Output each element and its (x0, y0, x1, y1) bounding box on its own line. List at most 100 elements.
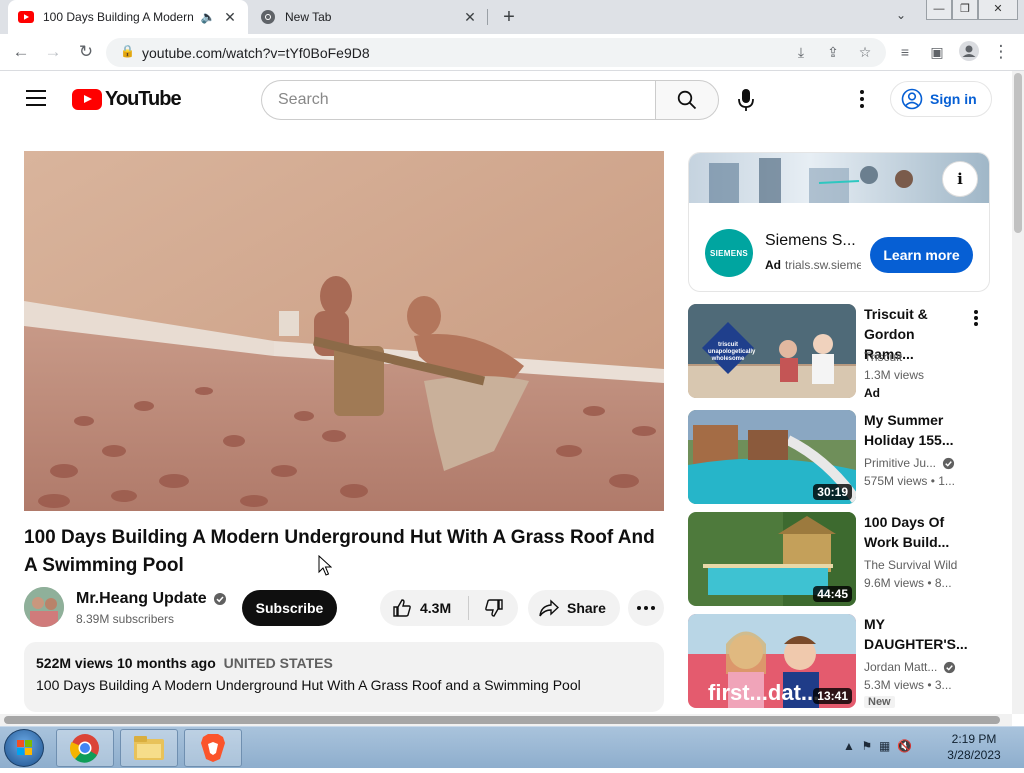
taskbar-chrome[interactable] (56, 729, 114, 767)
recommendation-views: 1.3M views (864, 368, 925, 382)
recommendation-channel[interactable]: The Survival Wild (864, 558, 957, 572)
ad-subline: Ad trials.sw.siemens.com (765, 258, 861, 272)
more-actions-button[interactable] (628, 590, 664, 626)
search-input[interactable]: Search (261, 80, 656, 120)
horizontal-scroll-thumb[interactable] (4, 716, 1000, 724)
horizontal-scrollbar[interactable] (0, 714, 1012, 726)
address-bar[interactable]: 🔒 youtube.com/watch?v=tYf0BoFe9D8 ⤓ ⇪ ☆ (106, 38, 886, 67)
share-label: Share (567, 600, 606, 616)
taskbar-clock[interactable]: 2:19 PM 3/28/2023 (940, 731, 1008, 763)
recommendation-title[interactable]: My Summer Holiday 155... (864, 410, 964, 450)
recommendation-item[interactable]: first...dat... 13:41 MY DAUGHTER'S... Jo… (688, 614, 988, 710)
back-arrow-icon[interactable]: ← (10, 41, 32, 63)
speaker-icon[interactable]: 🔈 (200, 10, 216, 24)
description-text: 100 Days Building A Modern Underground H… (36, 677, 581, 693)
ad-info-button[interactable]: i (942, 161, 978, 197)
start-button[interactable] (4, 729, 44, 767)
vertical-scrollbar[interactable] (1012, 71, 1024, 714)
system-tray[interactable]: ▲ ⚑ ▦ 🔇 (843, 739, 912, 753)
tab-title: New Tab (285, 10, 332, 24)
browser-toolbar: ← → ↻ 🔒 youtube.com/watch?v=tYf0BoFe9D8 … (0, 34, 1024, 71)
share-button[interactable]: Share (528, 590, 620, 626)
recommendation-item[interactable]: triscuit unapologetically wholesome Tris… (688, 304, 988, 400)
recommendation-views: 9.6M views • 8... (864, 576, 952, 590)
tab-youtube[interactable]: 100 Days Building A Modern Underground H… (8, 0, 248, 34)
brave-lion-icon (201, 734, 225, 762)
like-button[interactable]: 4.3M (380, 590, 468, 626)
channel-label: Primitive Ju... (864, 456, 937, 470)
bookmark-star-icon[interactable]: ☆ (856, 44, 874, 61)
subscriber-count: 8.39M subscribers (76, 612, 175, 626)
profile-icon[interactable] (958, 41, 980, 63)
taskbar-file-explorer[interactable] (120, 729, 178, 767)
folder-icon (134, 736, 164, 760)
chrome-menu-icon[interactable]: ⋮ (990, 41, 1012, 63)
channel-name[interactable]: Mr.Heang Update (76, 590, 227, 608)
new-tab-button[interactable]: + (498, 6, 520, 28)
tab-divider (487, 9, 488, 25)
recommendation-item[interactable]: 44:45 100 Days Of Work Build... The Surv… (688, 512, 988, 608)
thumbnail-text: triscuit unapologetically wholesome (708, 342, 756, 362)
close-tab-icon[interactable]: ✕ (222, 9, 238, 26)
settings-kebab-icon[interactable] (852, 88, 872, 110)
sign-in-button[interactable]: Sign in (890, 81, 992, 117)
forward-arrow-icon[interactable]: → (42, 41, 64, 63)
share-page-icon[interactable]: ⇪ (824, 44, 842, 61)
dislike-button[interactable] (469, 590, 518, 626)
taskbar-brave[interactable] (184, 729, 242, 767)
verified-check-icon (213, 593, 226, 605)
view-count: 522M views (36, 655, 114, 671)
subscribe-button[interactable]: Subscribe (242, 590, 337, 626)
tab-new-tab[interactable]: New Tab ✕ (250, 0, 488, 34)
video-frame-image (24, 151, 664, 511)
description-box[interactable]: 522M views 10 months ago UNITED STATES 1… (24, 642, 664, 712)
share-arrow-icon (539, 599, 559, 617)
lock-icon[interactable]: 🔒 (120, 44, 135, 58)
video-thumbnail[interactable]: triscuit unapologetically wholesome (688, 304, 856, 398)
video-duration: 13:41 (813, 688, 852, 704)
recommendation-channel[interactable]: Jordan Matt... (864, 660, 956, 674)
close-window-button[interactable]: ✕ (978, 0, 1018, 20)
verified-check-icon (944, 661, 956, 673)
recommendation-item[interactable]: 30:19 My Summer Holiday 155... Primitive… (688, 410, 988, 506)
recommendation-channel[interactable]: Primitive Ju... (864, 456, 955, 470)
reload-icon[interactable]: ↻ (75, 41, 97, 63)
recommendation-title[interactable]: 100 Days Of Work Build... (864, 512, 964, 552)
microphone-icon[interactable] (735, 87, 757, 113)
sidebar-ad-card[interactable]: i SIEMENS Siemens S... Ad trials.sw.sieme… (688, 152, 990, 292)
siemens-logo[interactable]: SIEMENS (705, 229, 753, 277)
video-player[interactable] (24, 151, 664, 511)
hamburger-menu-icon[interactable] (26, 90, 46, 106)
clock-date: 3/28/2023 (947, 748, 1001, 762)
recommendation-views: 575M views • 1... (864, 474, 955, 488)
recommendation-title[interactable]: MY DAUGHTER'S... (864, 614, 968, 654)
channel-label: Jordan Matt... (864, 660, 938, 674)
youtube-header: YouTube Search Sign in (0, 71, 1012, 127)
youtube-logo[interactable]: YouTube (72, 88, 182, 111)
kebab-menu-icon[interactable] (968, 308, 984, 328)
video-thumbnail[interactable]: first...dat... 13:41 (688, 614, 856, 708)
browser-tab-strip: 100 Days Building A Modern Underground H… (0, 0, 1024, 34)
verified-check-icon (942, 457, 955, 469)
address-url[interactable]: youtube.com/watch?v=tYf0BoFe9D8 (142, 45, 370, 61)
close-tab-icon[interactable]: ✕ (462, 9, 478, 26)
side-panel-icon[interactable]: ▣ (926, 41, 948, 63)
mouse-cursor-icon (318, 555, 332, 576)
learn-more-button[interactable]: Learn more (870, 237, 973, 273)
video-thumbnail[interactable]: 30:19 (688, 410, 856, 504)
recommendation-channel[interactable]: Triscuit (864, 350, 902, 364)
media-controls-icon[interactable]: ≡ (894, 41, 916, 63)
restore-window-button[interactable]: ❐ (952, 0, 978, 20)
chevron-down-icon[interactable]: ⌄ (896, 8, 906, 22)
ad-title[interactable]: Siemens S... (765, 232, 856, 250)
channel-avatar[interactable] (24, 587, 64, 627)
search-button[interactable] (655, 80, 719, 120)
vertical-scroll-thumb[interactable] (1014, 73, 1022, 233)
channel-name-label: Mr.Heang Update (76, 590, 207, 607)
location-tag[interactable]: UNITED STATES (224, 655, 333, 671)
like-count: 4.3M (420, 600, 452, 616)
minimize-window-button[interactable]: — (926, 0, 952, 20)
ad-domain: trials.sw.siemens.com (785, 258, 861, 272)
install-app-icon[interactable]: ⤓ (792, 44, 810, 61)
video-thumbnail[interactable]: 44:45 (688, 512, 856, 606)
